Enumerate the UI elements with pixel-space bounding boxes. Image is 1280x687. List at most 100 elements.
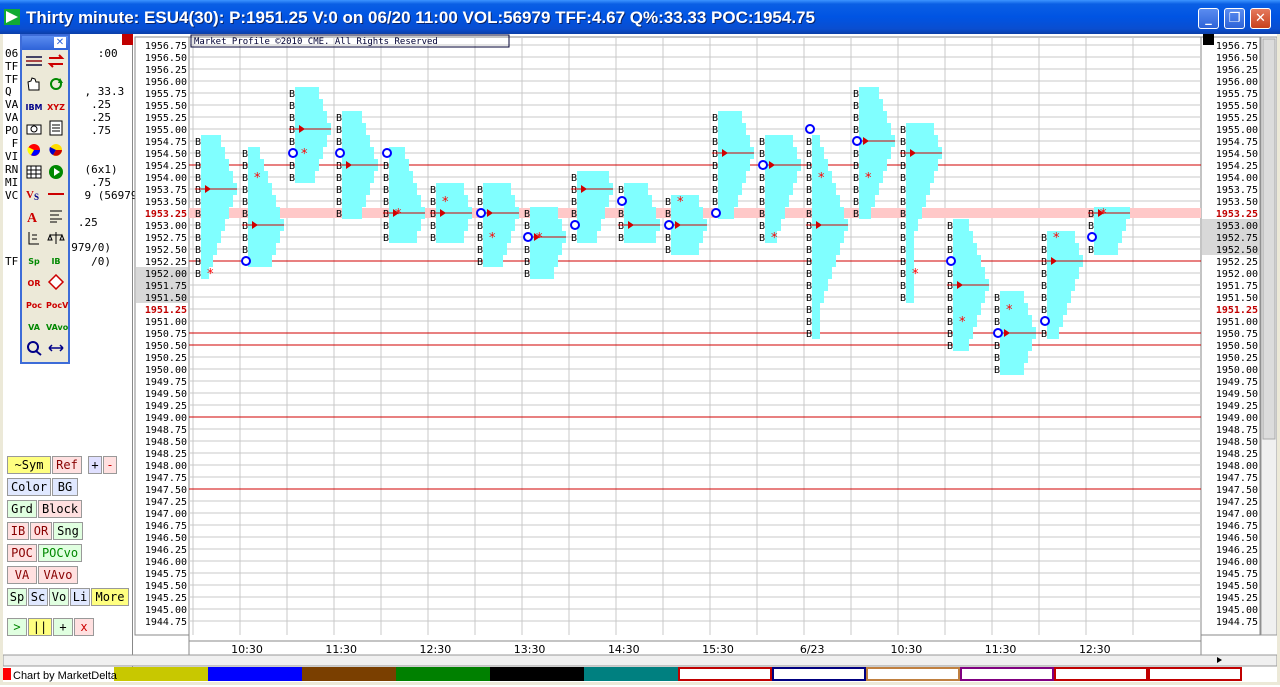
profile-block: [859, 159, 887, 171]
tpo-letter: B: [806, 305, 812, 316]
right-price-label: 1946.25: [1216, 545, 1258, 556]
title-bar[interactable]: Thirty minute: ESU4(30): P:1951.25 V:0 o…: [0, 0, 1280, 34]
vertical-scrollbar-thumb[interactable]: [1262, 38, 1276, 440]
tpo-letter: B: [571, 197, 577, 208]
palette-swatch[interactable]: [584, 667, 678, 681]
tpo-letter: B: [1041, 257, 1047, 268]
horizontal-scrollbar[interactable]: [3, 654, 1277, 667]
left-price-label: 1949.50: [145, 389, 187, 400]
profile-block: [342, 147, 374, 159]
profile-block: [812, 135, 820, 147]
palette-swatch[interactable]: [960, 667, 1054, 681]
close-marker: *: [1100, 207, 1107, 222]
right-price-label: 1952.00: [1216, 269, 1258, 280]
tpo-letter: B: [947, 233, 953, 244]
close-button[interactable]: ✕: [1250, 8, 1271, 29]
profile-block: [389, 159, 409, 171]
tpo-letter: B: [900, 197, 906, 208]
tpo-letter: B: [712, 161, 718, 172]
right-price-label: 1953.25: [1216, 209, 1258, 220]
tpo-letter: B: [289, 125, 295, 136]
palette-swatch[interactable]: [208, 667, 302, 681]
profile-block: [812, 231, 844, 243]
tpo-letter: B: [242, 161, 248, 172]
tpo-letter: B: [947, 305, 953, 316]
restore-button[interactable]: ❐: [1224, 8, 1245, 29]
tpo-letter: B: [853, 113, 859, 124]
left-price-label: 1955.00: [145, 125, 187, 136]
tpo-letter: B: [1041, 305, 1047, 316]
open-marker: [711, 208, 721, 218]
tpo-letter: B: [336, 125, 342, 136]
palette-swatch[interactable]: [302, 667, 396, 681]
profile-block: [812, 279, 828, 291]
profile-block: [201, 243, 217, 255]
market-profile-chart[interactable]: 1956.75 1956.751956.50 1956.501956.25 1956.…: [3, 34, 1277, 682]
tpo-letter: B: [712, 137, 718, 148]
right-price-label: 1949.50: [1216, 389, 1258, 400]
tpo-letter: B: [665, 245, 671, 256]
tpo-letter: B: [900, 161, 906, 172]
tpo-letter: B: [195, 257, 201, 268]
tpo-letter: B: [430, 233, 436, 244]
open-marker: [617, 196, 627, 206]
profile-block: [765, 195, 789, 207]
palette-swatch[interactable]: [1148, 667, 1242, 681]
palette-swatches[interactable]: Chart by MarketDelta: [3, 666, 1277, 682]
profile-block: [906, 231, 914, 243]
profile-block: [295, 87, 319, 99]
minimize-button[interactable]: _: [1198, 8, 1219, 29]
profile-block: [483, 255, 503, 267]
tpo-letter: B: [618, 233, 624, 244]
tpo-letter: B: [195, 221, 201, 232]
close-marker: *: [865, 171, 872, 186]
profile-block: [906, 183, 930, 195]
chart-app-icon: [4, 9, 20, 25]
tpo-letter: B: [665, 209, 671, 220]
tpo-letter: B: [242, 233, 248, 244]
tpo-letter: B: [195, 209, 201, 220]
profile-block: [342, 195, 366, 207]
tpo-letter: B: [242, 209, 248, 220]
palette-swatch[interactable]: [114, 667, 208, 681]
tpo-letter: B: [759, 185, 765, 196]
status-indicator: [3, 668, 11, 680]
left-price-label: 1954.75: [145, 137, 187, 148]
palette-swatch[interactable]: [866, 667, 960, 681]
tpo-letter: B: [900, 209, 906, 220]
profile-block: [953, 231, 973, 243]
left-axis-close-icon[interactable]: [122, 34, 133, 45]
profile-block: [1047, 291, 1071, 303]
tpo-letter: B: [618, 209, 624, 220]
right-price-label: 1950.00: [1216, 365, 1258, 376]
profile-block: [812, 267, 832, 279]
profile-block: [953, 255, 981, 267]
tpo-letter: B: [759, 233, 765, 244]
open-marker: [335, 148, 345, 158]
right-price-label: 1948.25: [1216, 449, 1258, 460]
palette-swatch[interactable]: [772, 667, 866, 681]
tpo-letter: B: [806, 329, 812, 340]
right-axis-menu-icon[interactable]: [1203, 34, 1214, 45]
left-price-label: 1950.25: [145, 353, 187, 364]
left-price-label: 1949.00: [145, 413, 187, 424]
palette-swatch[interactable]: [678, 667, 772, 681]
close-marker: *: [395, 207, 402, 222]
palette-swatch[interactable]: [1054, 667, 1148, 681]
tpo-letter: B: [806, 269, 812, 280]
tpo-letter: B: [900, 125, 906, 136]
tpo-letter: B: [947, 293, 953, 304]
profile-block: [671, 231, 703, 243]
tpo-letter: B: [618, 221, 624, 232]
tpo-letter: B: [712, 185, 718, 196]
profile-block: [671, 243, 699, 255]
tpo-letter: B: [947, 281, 953, 292]
tpo-letter: B: [195, 161, 201, 172]
palette-swatch[interactable]: [396, 667, 490, 681]
tpo-letter: B: [336, 161, 342, 172]
palette-swatch[interactable]: [490, 667, 584, 681]
tpo-letter: B: [524, 269, 530, 280]
left-price-label: 1946.25: [145, 545, 187, 556]
profile-block: [389, 195, 421, 207]
profile-block: [483, 231, 511, 243]
